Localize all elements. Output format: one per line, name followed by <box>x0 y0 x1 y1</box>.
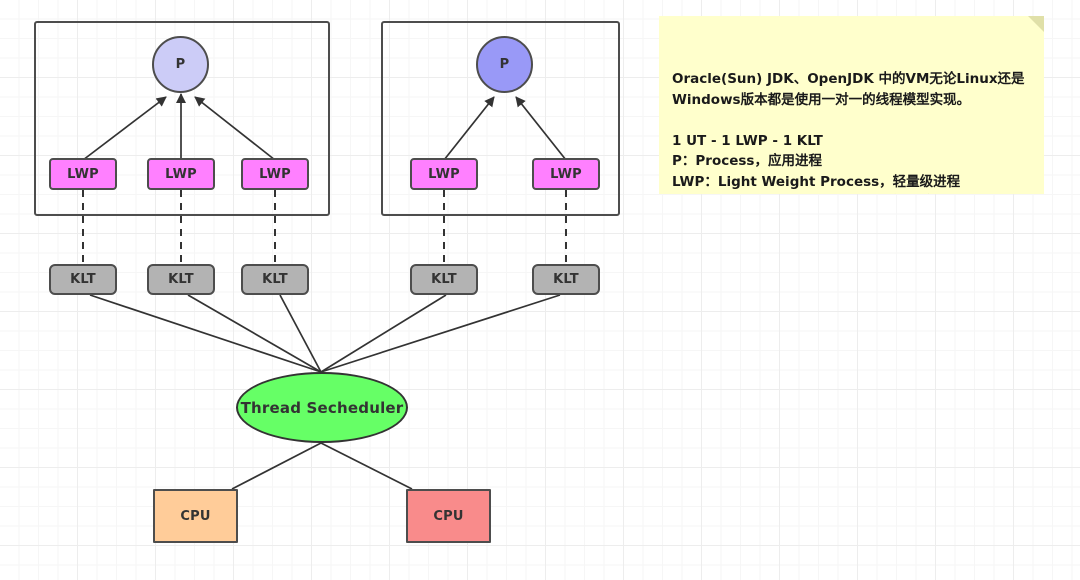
cpu-node-right[interactable]: CPU <box>406 489 491 543</box>
thread-scheduler-node[interactable]: Thread Secheduler <box>236 372 408 443</box>
klt-node-1[interactable]: KLT <box>49 264 117 295</box>
lwp-node-left-2[interactable]: LWP <box>147 158 215 190</box>
lwp-node-left-1[interactable]: LWP <box>49 158 117 190</box>
thread-scheduler-label: Thread Secheduler <box>240 398 404 417</box>
process-node-right-label: P <box>499 57 510 72</box>
process-node-left[interactable]: P <box>152 36 209 93</box>
process-node-right[interactable]: P <box>476 36 533 93</box>
scheduler-to-cpu-links <box>231 442 413 490</box>
klt-node-5-label: KLT <box>553 272 579 287</box>
klt-to-scheduler-links <box>89 294 561 373</box>
klt-node-1-label: KLT <box>70 272 96 287</box>
lwp-node-left-1-label: LWP <box>67 166 99 182</box>
cpu-node-right-label: CPU <box>433 508 464 524</box>
cpu-node-left[interactable]: CPU <box>153 489 238 543</box>
lwp-node-left-3-label: LWP <box>259 166 291 182</box>
lwp-node-left-3[interactable]: LWP <box>241 158 309 190</box>
annotation-note: Oracle(Sun) JDK、OpenJDK 中的VM无论Linux还是Win… <box>659 16 1044 194</box>
lwp-node-left-2-label: LWP <box>165 166 197 182</box>
lwp-node-right-2-label: LWP <box>550 166 582 182</box>
klt-node-4[interactable]: KLT <box>410 264 478 295</box>
process-node-left-label: P <box>175 57 186 72</box>
diagram-canvas: P LWP LWP LWP P LWP LWP KLT KLT KLT KLT … <box>0 0 1080 580</box>
lwp-node-right-1-label: LWP <box>428 166 460 182</box>
klt-node-5[interactable]: KLT <box>532 264 600 295</box>
klt-node-3-label: KLT <box>262 272 288 287</box>
cpu-node-left-label: CPU <box>180 508 211 524</box>
annotation-note-text: Oracle(Sun) JDK、OpenJDK 中的VM无论Linux还是Win… <box>672 71 1025 190</box>
klt-node-3[interactable]: KLT <box>241 264 309 295</box>
lwp-node-right-2[interactable]: LWP <box>532 158 600 190</box>
klt-node-2-label: KLT <box>168 272 194 287</box>
lwp-node-right-1[interactable]: LWP <box>410 158 478 190</box>
klt-node-2[interactable]: KLT <box>147 264 215 295</box>
klt-node-4-label: KLT <box>431 272 457 287</box>
note-fold-corner-icon <box>1028 16 1044 32</box>
